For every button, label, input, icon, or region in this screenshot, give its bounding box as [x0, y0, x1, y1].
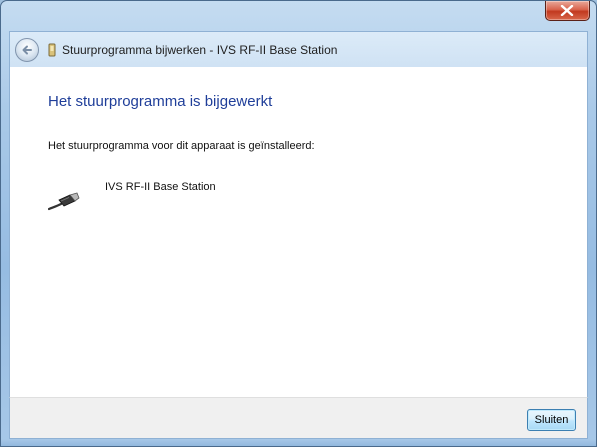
dialog-title: Stuurprogramma bijwerken - IVS RF-II Bas… — [62, 43, 338, 57]
device-name: IVS RF-II Base Station — [105, 181, 216, 193]
dialog-window: Stuurprogramma bijwerken - IVS RF-II Bas… — [0, 0, 597, 447]
back-arrow-icon — [22, 45, 32, 55]
install-description: Het stuurprogramma voor dit apparaat is … — [48, 140, 315, 152]
close-icon — [560, 5, 574, 16]
wizard-header: Stuurprogramma bijwerken - IVS RF-II Bas… — [9, 31, 588, 67]
button-bar: Sluiten — [9, 397, 588, 439]
title-bar[interactable] — [1, 1, 596, 31]
window-bottom-frame — [1, 439, 596, 446]
back-button[interactable] — [15, 38, 39, 62]
window-close-button[interactable] — [545, 1, 590, 21]
close-button[interactable]: Sluiten — [527, 409, 576, 431]
device-icon-small — [48, 43, 56, 57]
page-heading: Het stuurprogramma is bijgewerkt — [48, 93, 273, 110]
usb-plug-icon — [48, 192, 80, 211]
content-pane: Het stuurprogramma is bijgewerkt Het stu… — [9, 67, 588, 397]
